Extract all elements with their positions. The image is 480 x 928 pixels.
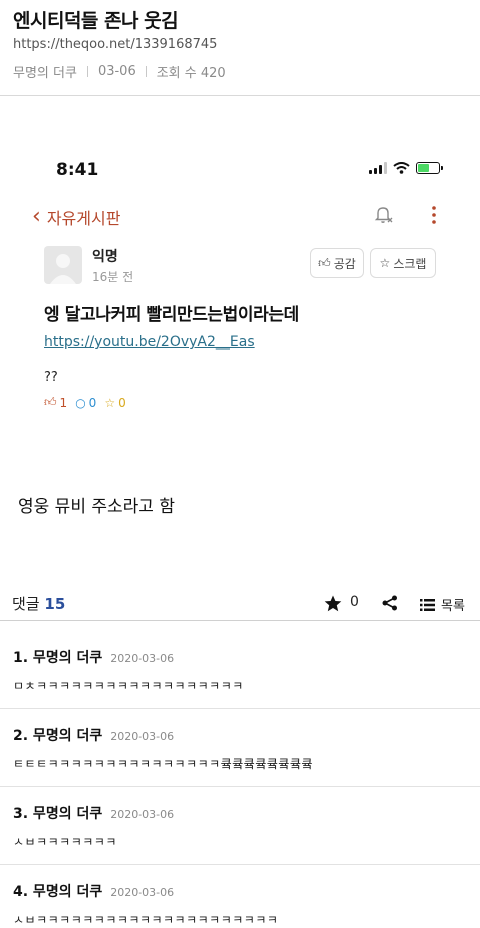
- comment-item: 4. 무명의 더쿠 2020-03-06 ㅅㅂㅋㅋㅋㅋㅋㅋㅋㅋㅋㅋㅋㅋㅋㅋㅋㅋㅋ…: [0, 865, 480, 928]
- inner-post-title: 엥 달고나커피 빨리만드는법이라는데: [44, 305, 299, 325]
- scrap-stat: ☆ 0: [104, 396, 125, 410]
- comment-item: 1. 무명의 더쿠 2020-03-06 ㅁㅊㅋㅋㅋㅋㅋㅋㅋㅋㅋㅋㅋㅋㅋㅋㅋㅋㅋ…: [0, 631, 480, 709]
- list-button[interactable]: 목록: [420, 595, 465, 614]
- more-options-icon[interactable]: [428, 205, 440, 225]
- comment-header: 2. 무명의 더쿠 2020-03-06: [13, 725, 174, 745]
- comment-author[interactable]: 2. 무명의 더쿠: [13, 725, 102, 745]
- like-stat: 👍︎ 1: [44, 395, 67, 410]
- thumbs-up-icon: 👍︎: [44, 395, 57, 409]
- scrap-label: 스크랩: [393, 256, 427, 271]
- star-outline-icon: ☆: [379, 256, 391, 270]
- share-icon[interactable]: [382, 595, 398, 611]
- star-icon[interactable]: [324, 595, 342, 612]
- comment-total: 15: [44, 595, 66, 613]
- post-views: 조회 수 420: [156, 66, 226, 81]
- thumbs-up-icon: 👍︎: [318, 255, 331, 270]
- default-avatar-icon: [50, 254, 76, 284]
- comment-text: ㅅㅂㅋㅋㅋㅋㅋㅋㅋ: [13, 835, 117, 849]
- post-meta: 무명의 더쿠 03-06 조회 수 420: [13, 62, 226, 81]
- comment-bar: 댓글 15 0 목록: [0, 585, 480, 621]
- scrap-button[interactable]: ☆ 스크랩: [370, 248, 436, 278]
- list-icon: [420, 598, 435, 611]
- signal-icon: [369, 162, 387, 174]
- comment-text: ㅅㅂㅋㅋㅋㅋㅋㅋㅋㅋㅋㅋㅋㅋㅋㅋㅋㅋㅋㅋㅋㅋㅋ: [13, 913, 279, 927]
- comment-date: 2020-03-06: [110, 652, 175, 665]
- comment-label: 댓글 15: [12, 593, 65, 614]
- post-url[interactable]: https://theqoo.net/1339168745: [13, 37, 217, 52]
- post-caption: 영웅 뮤비 주소라고 함: [18, 497, 175, 517]
- comment-date: 2020-03-06: [110, 730, 175, 743]
- comment-stat: ○ 0: [75, 396, 96, 410]
- comment-bubble-icon: ○: [75, 395, 86, 410]
- like-button[interactable]: 👍︎ 공감: [310, 248, 364, 278]
- meta-divider: [86, 66, 88, 77]
- comment-date: 2020-03-06: [110, 886, 175, 899]
- inner-post-stats: 👍︎ 1 ○ 0 ☆ 0: [44, 395, 126, 410]
- list-label: 목록: [441, 599, 465, 614]
- star-outline-icon: ☆: [104, 395, 116, 410]
- back-button[interactable]: ‹ 자유게시판: [32, 205, 120, 229]
- comment-author[interactable]: 1. 무명의 더쿠: [13, 647, 102, 667]
- battery-icon: [416, 162, 443, 174]
- comment-header: 4. 무명의 더쿠 2020-03-06: [13, 881, 174, 901]
- comment-header: 3. 무명의 더쿠 2020-03-06: [13, 803, 174, 823]
- comment-item: 2. 무명의 더쿠 2020-03-06 ㅌㅌㅌㅋㅋㅋㅋㅋㅋㅋㅋㅋㅋㅋㅋㅋㅋㅋ큨…: [0, 709, 480, 787]
- scrap-count: 0: [118, 395, 126, 410]
- post-title: 엔시티덕들 존나 웃김: [13, 10, 179, 32]
- comment-label-text: 댓글: [12, 595, 40, 613]
- wifi-icon: [393, 162, 410, 174]
- avatar: [44, 246, 82, 284]
- board-name: 자유게시판: [46, 209, 121, 228]
- meta-divider: [145, 66, 147, 77]
- like-label: 공감: [333, 256, 356, 271]
- comment-author[interactable]: 3. 무명의 더쿠: [13, 803, 102, 823]
- star-count: 0: [350, 594, 359, 610]
- inner-post-body: ??: [44, 370, 58, 385]
- embedded-screenshot: 8:41 ‹ 자유게시판 익명 16분 전 👍︎ 공감 ☆ 스크랩 엥 달고나커…: [0, 150, 480, 430]
- comment-header: 1. 무명의 더쿠 2020-03-06: [13, 647, 174, 667]
- comment-text: ㅁㅊㅋㅋㅋㅋㅋㅋㅋㅋㅋㅋㅋㅋㅋㅋㅋㅋㅋㅋ: [13, 679, 244, 693]
- status-icons: [369, 162, 443, 174]
- status-time: 8:41: [56, 160, 99, 180]
- comment-author[interactable]: 4. 무명의 더쿠: [13, 881, 102, 901]
- comment-text: ㅌㅌㅌㅋㅋㅋㅋㅋㅋㅋㅋㅋㅋㅋㅋㅋㅋㅋ큨큨큨큨큨큨큨큨: [13, 757, 314, 771]
- notification-off-icon[interactable]: [372, 203, 394, 225]
- author-time: 16분 전: [92, 270, 134, 284]
- post-date: 03-06: [97, 64, 136, 79]
- author-name: 익명: [92, 249, 118, 265]
- like-count: 1: [59, 395, 68, 410]
- comment-item: 3. 무명의 더쿠 2020-03-06 ㅅㅂㅋㅋㅋㅋㅋㅋㅋ: [0, 787, 480, 865]
- comment-date: 2020-03-06: [110, 808, 175, 821]
- youtube-link[interactable]: https://youtu.be/2OvyA2__Eas: [44, 334, 255, 350]
- post-header: 엔시티덕들 존나 웃김 https://theqoo.net/133916874…: [0, 0, 480, 96]
- comment-count: 0: [88, 395, 97, 410]
- post-author[interactable]: 무명의 더쿠: [13, 62, 77, 81]
- chevron-left-icon: ‹: [32, 204, 41, 229]
